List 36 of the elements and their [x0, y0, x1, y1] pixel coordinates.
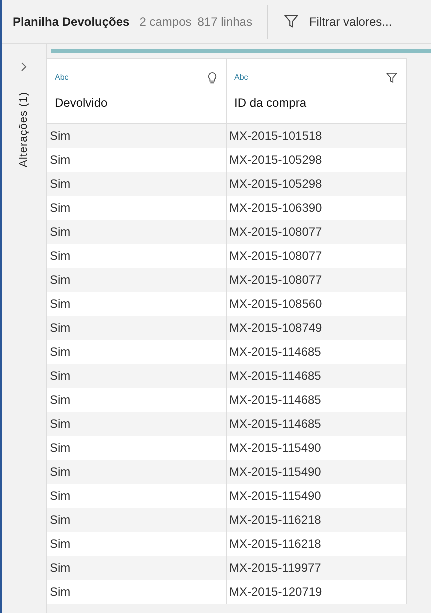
- chevron-icon: [20, 62, 28, 72]
- table-cell-text: MX-2015-114685: [228, 416, 322, 433]
- changes-tab-label[interactable]: Alterações (1): [16, 92, 32, 168]
- table-cell-text: MX-2015-115490: [228, 464, 322, 481]
- filter-icon[interactable]: [284, 14, 300, 29]
- table-cell-text: MX-2015-114685: [228, 368, 322, 385]
- table-cell-text: MX-2015-116218: [228, 512, 322, 529]
- row-count: 817 linhas: [198, 14, 252, 30]
- table-cell-text: MX-2015-108077: [228, 248, 324, 265]
- table-cell-text: MX-2015-108077: [228, 272, 324, 289]
- table-cell: Sim: [47, 580, 226, 604]
- table-cell-text: MX-2015-115490: [228, 440, 322, 457]
- data-type-label: Abc: [234, 72, 248, 84]
- field-count: 2 campos: [140, 14, 192, 30]
- table-cell-text: MX-2015-114685: [228, 392, 322, 409]
- table-cell-text: MX-2015-101518: [228, 128, 324, 145]
- table-cell-text: MX-2015-119977: [228, 560, 322, 577]
- column-name: ID da compra: [234, 95, 308, 112]
- filter-icon[interactable]: [386, 72, 398, 84]
- column-header[interactable]: Abc Devolvido: [47, 59, 226, 123]
- column-header[interactable]: Abc ID da compra: [226, 59, 406, 123]
- table-cell-text: MX-2015-108077: [228, 224, 324, 241]
- table-cell-text: MX-2015-106390: [228, 200, 324, 217]
- table-cell-text: MX-2015-105298: [228, 176, 324, 193]
- table-cell-text: MX-2015-108560: [228, 296, 324, 313]
- filter-values-button[interactable]: Filtrar valores...: [284, 12, 392, 30]
- table-cell-text: MX-2015-115490: [228, 488, 322, 505]
- table-cell-text: MX-2015-120719: [228, 584, 324, 601]
- table-cell-text: MX-2015-108749: [228, 320, 324, 337]
- table-cell-text: MX-2015-105298: [228, 152, 324, 169]
- table-cell-text: MX-2015-114685: [228, 344, 322, 361]
- table-cell-text: MX-2015-116218: [228, 536, 322, 553]
- data-type-label: Abc: [55, 72, 69, 84]
- sheet-title: Planilha Devoluções: [13, 14, 130, 30]
- column-name: Devolvido: [55, 95, 109, 112]
- lightbulb-icon[interactable]: [206, 72, 218, 84]
